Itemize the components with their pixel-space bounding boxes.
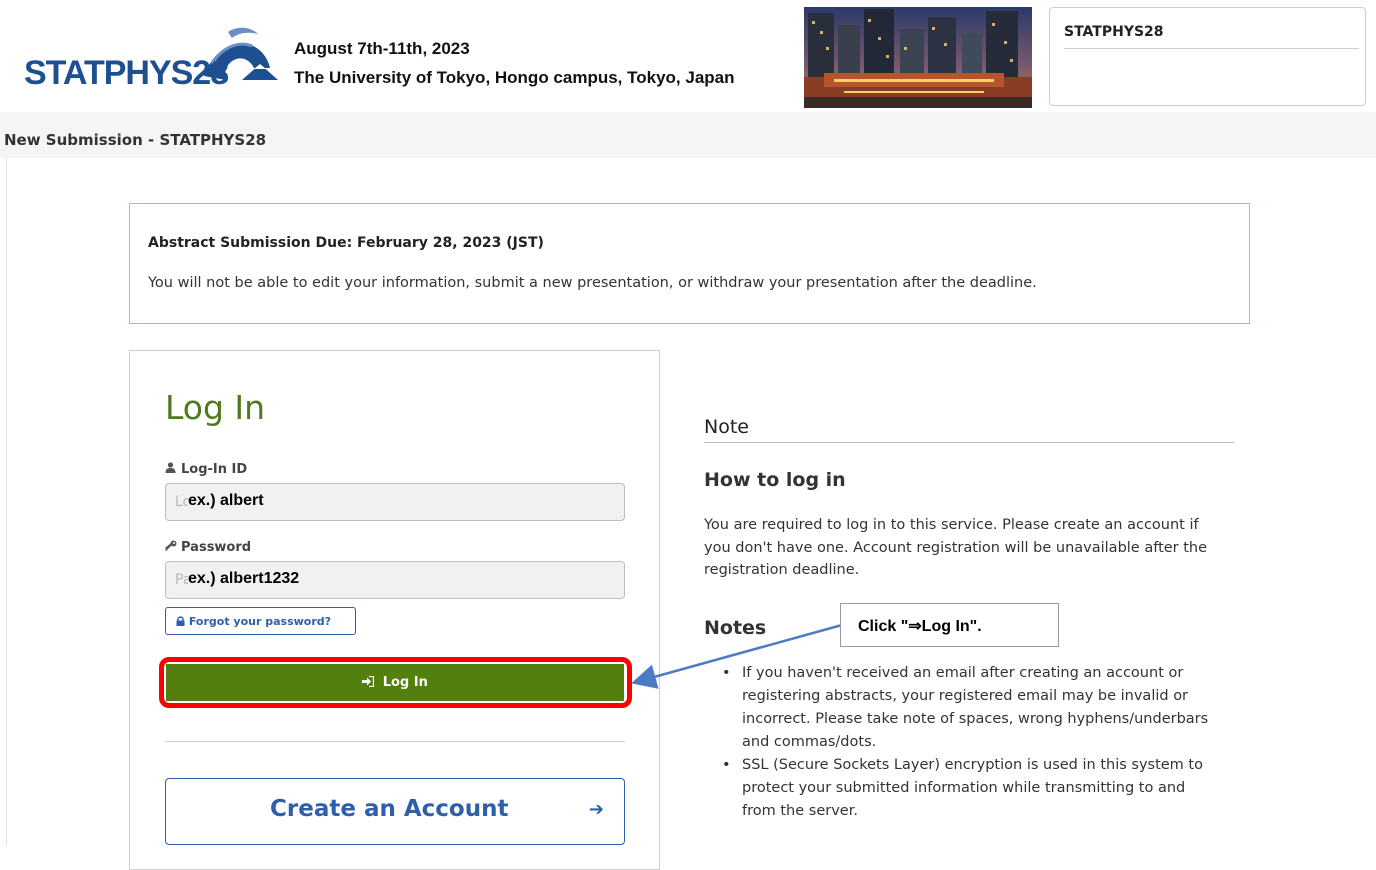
- side-box-divider: [1064, 48, 1359, 49]
- conference-info: August 7th-11th, 2023 The University of …: [294, 34, 735, 92]
- login-id-example: ex.) albert: [188, 492, 264, 510]
- login-id-label-text: Log-In ID: [181, 462, 248, 477]
- forgot-password-label: Forgot your password?: [188, 615, 332, 628]
- side-info-box: STATPHYS28: [1049, 7, 1366, 106]
- statphys-logo[interactable]: STATPHYS28: [14, 24, 282, 104]
- howto-text: You are required to log in to this servi…: [704, 517, 1208, 578]
- password-example: ex.) albert1232: [188, 570, 300, 588]
- notice-text: You will not be able to edit your inform…: [148, 275, 1037, 291]
- notes-title: Notes: [704, 617, 767, 639]
- conference-dates: August 7th-11th, 2023: [294, 39, 470, 58]
- side-box-title: STATPHYS28: [1064, 24, 1164, 40]
- user-icon: [165, 462, 178, 477]
- sign-in-icon: [362, 675, 375, 688]
- password-label-text: Password: [181, 540, 252, 555]
- password-label: Password: [165, 540, 251, 555]
- arrow-right-icon: ➔: [588, 799, 604, 820]
- callout-text: Click "⇒Log In".: [858, 618, 982, 635]
- annotation-callout: Click "⇒Log In".: [840, 603, 1059, 647]
- key-icon: [165, 540, 178, 555]
- create-account-label: Create an Account: [270, 796, 509, 822]
- login-id-label: Log-In ID: [165, 462, 247, 477]
- list-item: SSL (Secure Sockets Layer) encryption is…: [722, 754, 1222, 823]
- create-account-button[interactable]: Create an Account ➔: [165, 778, 625, 845]
- deadline-notice: Abstract Submission Due: February 28, 20…: [129, 203, 1250, 324]
- logo-text: STATPHYS28: [24, 54, 229, 92]
- notice-heading: Abstract Submission Due: February 28, 20…: [148, 235, 544, 251]
- forgot-password-button[interactable]: Forgot your password?: [165, 607, 356, 635]
- note-divider: [704, 442, 1234, 443]
- page-title-bar: New Submission - STATPHYS28: [0, 112, 1376, 158]
- note-heading: Note: [704, 416, 749, 438]
- login-button[interactable]: Log In: [166, 664, 624, 701]
- login-divider: [165, 741, 625, 742]
- header-banner: STATPHYS28 August 7th-11th, 2023 The Uni…: [0, 0, 1376, 112]
- lock-icon: [176, 616, 185, 626]
- notes-list: If you haven't received an email after c…: [722, 662, 1222, 823]
- list-item: If you haven't received an email after c…: [722, 662, 1222, 754]
- password-input[interactable]: Password ex.) albert1232: [165, 561, 625, 599]
- conference-venue: The University of Tokyo, Hongo campus, T…: [294, 68, 735, 87]
- tokyo-night-photo: [804, 7, 1032, 108]
- login-id-input[interactable]: Log-In ID ex.) albert: [165, 483, 625, 521]
- howto-title: How to log in: [704, 469, 846, 491]
- login-title: Log In: [165, 388, 266, 427]
- page-title: New Submission - STATPHYS28: [4, 131, 267, 149]
- login-button-label: Log In: [382, 675, 428, 690]
